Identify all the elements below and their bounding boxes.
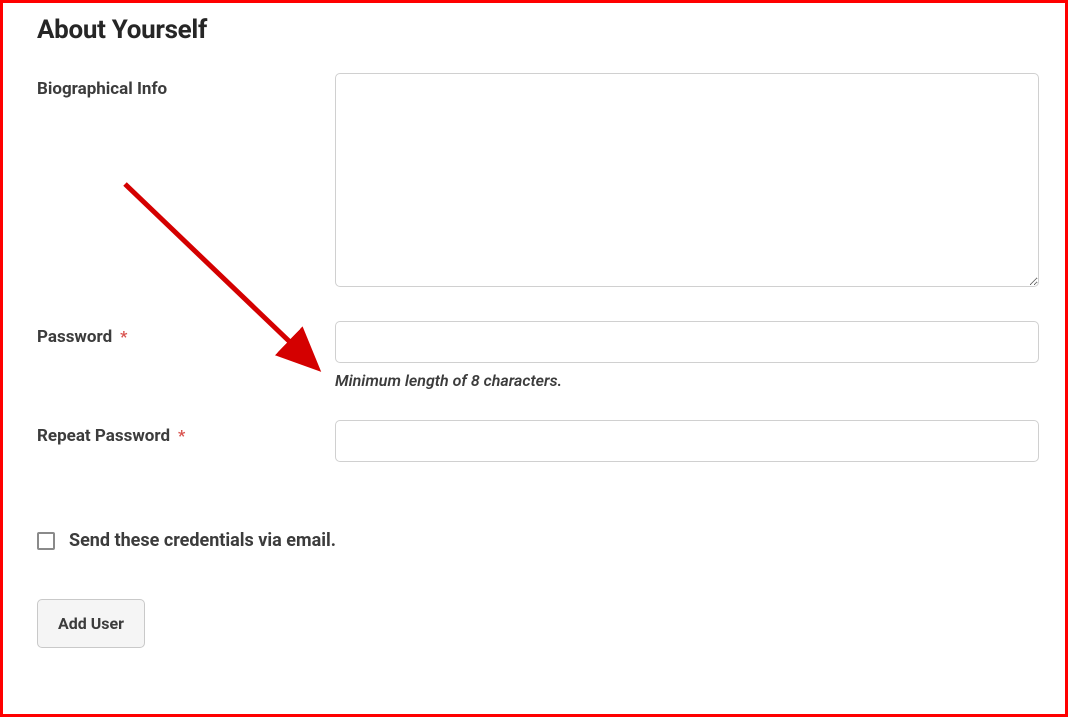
form-frame: About Yourself Biographical Info Passwor… [0, 0, 1068, 717]
form-content: About Yourself Biographical Info Passwor… [3, 3, 1065, 668]
bio-input-col [335, 73, 1039, 291]
repeat-password-label: Repeat Password [37, 426, 170, 446]
password-required-mark: * [120, 327, 127, 346]
send-credentials-row: Send these credentials via email. [37, 530, 1039, 551]
send-credentials-checkbox[interactable] [37, 532, 55, 550]
bio-row: Biographical Info [37, 73, 1039, 291]
password-label-col: Password * [37, 321, 335, 347]
password-row: Password * Minimum length of 8 character… [37, 321, 1039, 390]
repeat-password-input-col [335, 420, 1039, 462]
password-hint: Minimum length of 8 characters. [335, 371, 1039, 390]
repeat-password-row: Repeat Password * [37, 420, 1039, 462]
add-user-button[interactable]: Add User [37, 599, 145, 648]
password-input[interactable] [335, 321, 1039, 363]
send-credentials-label: Send these credentials via email. [69, 530, 336, 551]
bio-label: Biographical Info [37, 79, 167, 99]
repeat-password-required-mark: * [178, 426, 185, 445]
repeat-password-input[interactable] [335, 420, 1039, 462]
bio-textarea[interactable] [335, 73, 1039, 287]
password-input-col: Minimum length of 8 characters. [335, 321, 1039, 390]
bio-label-col: Biographical Info [37, 73, 335, 99]
password-label: Password [37, 327, 112, 347]
section-title: About Yourself [37, 15, 1039, 45]
repeat-password-label-col: Repeat Password * [37, 420, 335, 446]
